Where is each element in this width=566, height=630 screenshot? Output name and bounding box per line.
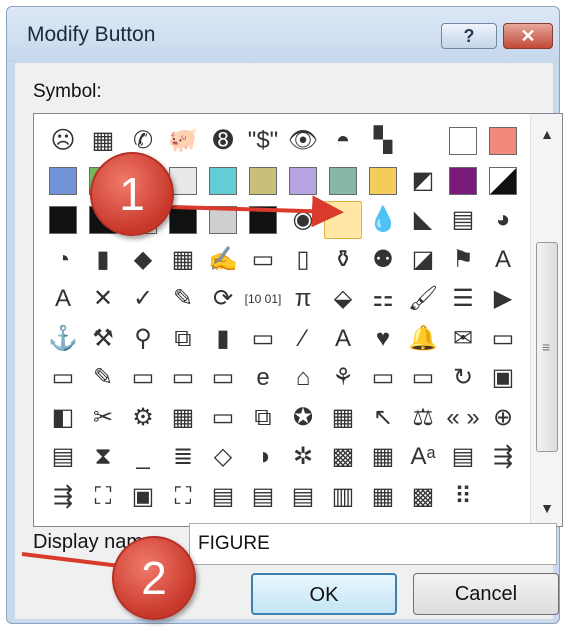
arrow-to-selected-icon: [171, 195, 344, 228]
annotation-arrows: [21, 195, 344, 568]
underline-display-name: [21, 552, 121, 568]
callout-2: 2: [112, 536, 196, 620]
callout-1: 1: [90, 152, 174, 236]
